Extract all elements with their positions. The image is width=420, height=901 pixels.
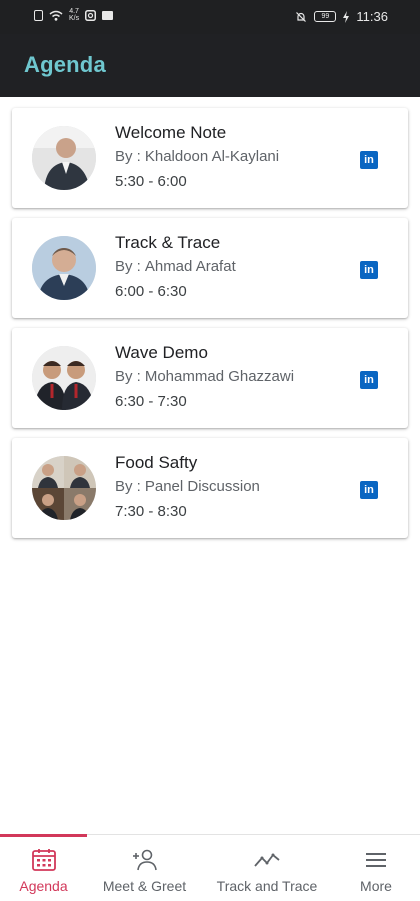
status-icons-right: 99 11:36	[295, 9, 388, 24]
speaker-avatar	[32, 456, 96, 520]
agenda-card[interactable]: Welcome Note By : Khaldoon Al-Kaylani 5:3…	[12, 108, 408, 208]
calendar-icon	[31, 849, 56, 871]
nav-more[interactable]: More	[332, 835, 420, 901]
nav-track-trace[interactable]: Track and Trace	[202, 835, 332, 901]
speaker-photo-icon	[32, 236, 96, 300]
nav-label-agenda: Agenda	[19, 878, 68, 894]
session-time: 6:30 - 7:30	[115, 393, 187, 410]
agenda-card[interactable]: Track & Trace By : Ahmad Arafat 6:00 - 6:…	[12, 218, 408, 318]
page-title: Agenda	[24, 52, 106, 77]
by-label: By :	[115, 368, 141, 385]
mute-bell-icon	[296, 11, 307, 22]
linkedin-icon[interactable]: in	[360, 261, 378, 279]
session-title: Track & Trace	[115, 233, 221, 252]
sim-icon	[34, 9, 43, 21]
session-speaker: By : Ahmad Arafat	[115, 258, 236, 275]
by-label: By :	[115, 258, 141, 275]
speaker-avatar	[32, 236, 96, 300]
menu-icon	[366, 853, 386, 867]
session-title: Welcome Note	[115, 123, 227, 142]
linkedin-icon[interactable]: in	[360, 481, 378, 499]
session-title: Wave Demo	[115, 343, 208, 362]
speaker-name: Mohammad Ghazzawi	[144, 368, 295, 385]
status-icons-left: 4.7 K/s	[34, 8, 114, 22]
session-time: 5:30 - 6:00	[115, 173, 187, 190]
session-speaker: By : Panel Discussion	[115, 478, 260, 495]
speaker-name: Panel Discussion	[144, 478, 260, 495]
speaker-photo-icon	[32, 456, 96, 520]
speaker-name: Ahmad Arafat	[144, 258, 236, 275]
linkedin-icon[interactable]: in	[360, 371, 378, 389]
nav-label-meet-greet: Meet & Greet	[102, 878, 187, 894]
speaker-photo-icon	[32, 126, 96, 190]
agenda-list: Welcome Note By : Khaldoon Al-Kaylani 5:3…	[12, 108, 408, 548]
by-label: By :	[115, 478, 141, 495]
app-bar: Agenda	[0, 34, 420, 97]
nav-meet-greet[interactable]: Meet & Greet	[87, 835, 202, 901]
network-speed-unit: K/s	[69, 15, 80, 22]
clock: 11:36	[356, 9, 388, 24]
bottom-navigation: Agenda Meet & Greet Track and Trace More	[0, 834, 420, 901]
status-bar: 4.7 K/s 99 11:36	[0, 0, 420, 34]
battery-icon: 99	[314, 11, 337, 22]
nav-agenda[interactable]: Agenda	[0, 835, 87, 901]
session-time: 6:00 - 6:30	[115, 283, 187, 300]
network-speed-value: 4.7	[69, 8, 79, 15]
agenda-card[interactable]: Wave Demo By : Mohammad Ghazzawi 6:30 - 7…	[12, 328, 408, 428]
add-person-icon	[132, 849, 157, 871]
speaker-name: Khaldoon Al-Kaylani	[144, 148, 280, 165]
network-speed: 4.7 K/s	[69, 8, 79, 22]
nfc-icon	[85, 9, 97, 21]
session-time: 7:30 - 8:30	[115, 503, 187, 520]
wifi-icon	[49, 10, 63, 21]
speaker-photo-icon	[32, 346, 96, 410]
nav-label-more: More	[360, 878, 392, 894]
session-title: Food Safty	[115, 453, 198, 472]
speaker-avatar	[32, 126, 96, 190]
agenda-card[interactable]: Food Safty By : Panel Discussion 7:30 - 8…	[12, 438, 408, 538]
session-speaker: By : Mohammad Ghazzawi	[115, 368, 294, 385]
by-label: By :	[115, 148, 141, 165]
linkedin-icon[interactable]: in	[360, 151, 378, 169]
sd-card-icon	[102, 10, 114, 20]
charging-icon	[343, 10, 350, 23]
speaker-avatar	[32, 346, 96, 410]
nav-label-track-trace: Track and Trace	[216, 878, 318, 894]
session-speaker: By : Khaldoon Al-Kaylani	[115, 148, 279, 165]
trend-line-icon	[254, 853, 280, 867]
battery-level: 99	[321, 13, 330, 20]
